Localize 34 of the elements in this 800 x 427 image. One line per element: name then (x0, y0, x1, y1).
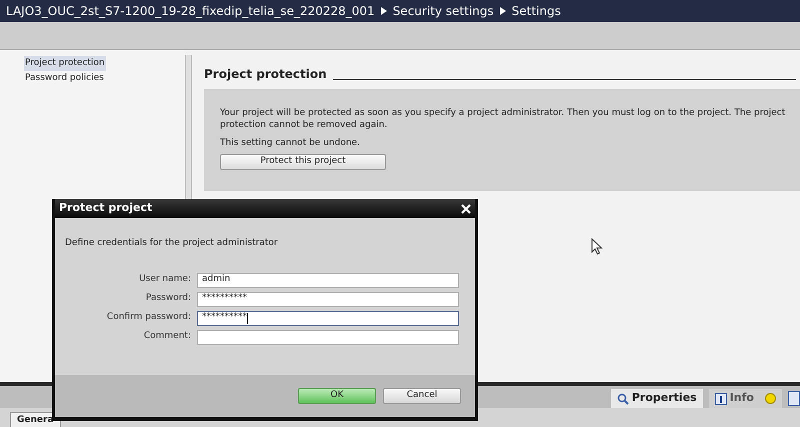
breadcrumb-item[interactable]: Security settings (392, 2, 494, 20)
search-icon (616, 392, 629, 404)
protect-button[interactable]: Protect this project (220, 154, 386, 170)
breadcrumb-arrow-icon (500, 7, 506, 15)
input-field[interactable]: ********** (197, 292, 459, 306)
mouse-pointer-icon (591, 238, 603, 255)
dialog-intro-text: Define credentials for the project administrator (65, 237, 279, 250)
field-label: Confirm password: (106, 311, 191, 324)
inspector-tab[interactable]: Info (708, 389, 782, 408)
section-title: Project protection (204, 66, 327, 83)
breadcrumb-item[interactable]: LAJO3_OUC_2st_S7-1200_19-28_fixedip_telia_se_220228_001 (6, 2, 375, 20)
warning-icon (765, 393, 776, 404)
sidebar-item[interactable]: Password policies (24, 71, 105, 86)
breadcrumb-arrow-icon (380, 7, 387, 15)
input-field[interactable]: admin (197, 272, 459, 288)
text-caret (247, 312, 248, 324)
info-icon (714, 392, 727, 404)
breadcrumb-item[interactable]: Settings (512, 2, 561, 20)
input-field[interactable]: ********** (197, 310, 459, 326)
inspector-tab[interactable]: Properties (610, 389, 703, 408)
field-label: Password: (144, 292, 191, 306)
dialog-title: Protect project (59, 200, 152, 216)
close-icon[interactable] (460, 202, 472, 214)
cancel-button[interactable]: Cancel (383, 388, 461, 404)
note-text: This setting cannot be undone. (220, 137, 360, 150)
field-value: admin (202, 273, 230, 286)
tab-icon[interactable] (788, 391, 800, 406)
field-value: ********** (202, 311, 247, 324)
field-label: User name: (138, 273, 191, 286)
ok-button[interactable]: OK (298, 388, 376, 404)
field-value: ********** (202, 292, 247, 306)
description-text: Your project will be protected as soon as you specify a project administrator. Then you must log on to the project. The project protection cannot be removed again. (220, 107, 786, 131)
field-label: Comment: (142, 330, 191, 344)
sidebar-item[interactable]: Project protection (24, 56, 106, 71)
